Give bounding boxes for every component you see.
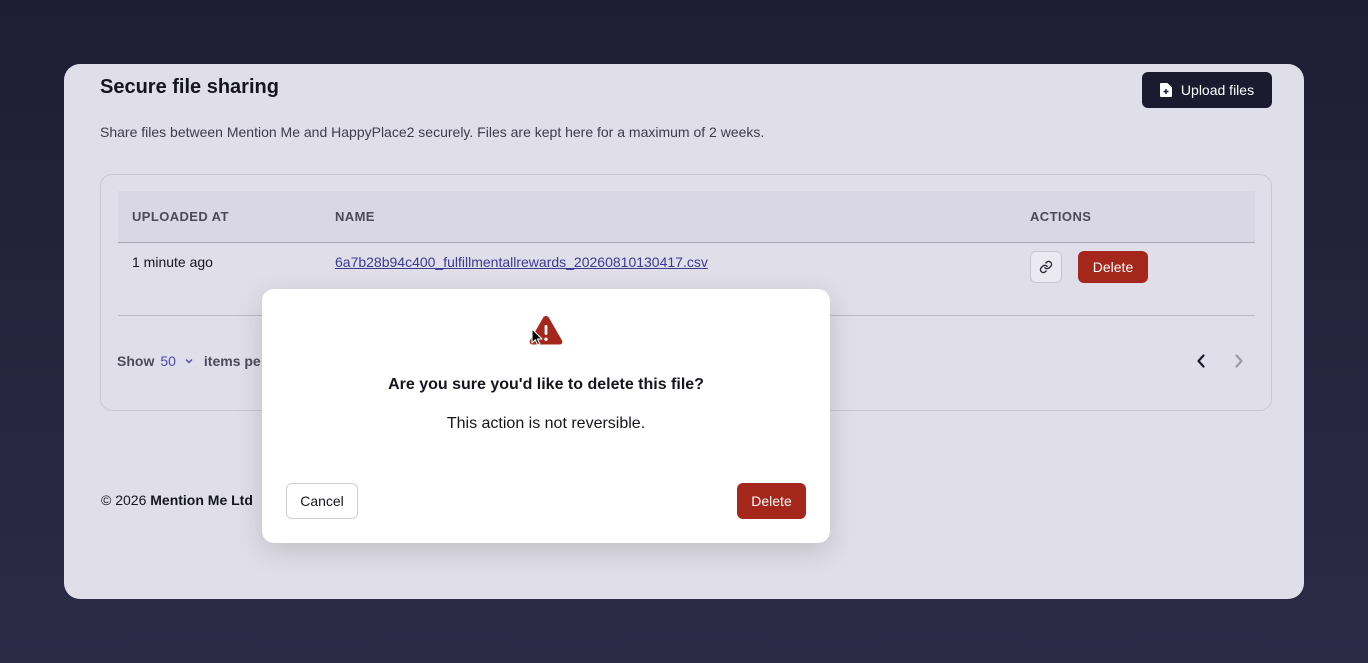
show-label: Show — [117, 353, 155, 369]
column-actions: ACTIONS — [1030, 209, 1092, 224]
chevron-left-icon — [1197, 354, 1205, 368]
modal-title: Are you sure you'd like to delete this f… — [388, 376, 704, 393]
mouse-cursor-icon — [531, 328, 543, 346]
copy-link-button[interactable] — [1030, 251, 1062, 283]
cancel-button[interactable]: Cancel — [286, 483, 358, 519]
previous-page-button[interactable] — [1191, 351, 1211, 371]
confirm-delete-button[interactable]: Delete — [737, 483, 806, 519]
link-icon — [1039, 260, 1053, 274]
company-name: Mention Me Ltd — [150, 492, 253, 508]
uploaded-at-cell: 1 minute ago — [132, 254, 213, 270]
file-name-link[interactable]: 6a7b28b94c400_fulfillmentallrewards_2026… — [335, 254, 708, 270]
modal-body: This action is not reversible. — [446, 415, 646, 432]
column-uploaded-at: UPLOADED AT — [132, 209, 229, 224]
row-delete-button[interactable]: Delete — [1078, 251, 1148, 283]
page-subtitle: Share files between Mention Me and Happy… — [100, 124, 765, 140]
file-plus-icon — [1159, 83, 1172, 97]
page-size-select[interactable]: 50 — [160, 353, 176, 369]
delete-confirm-modal: Are you sure you'd like to delete this f… — [262, 289, 830, 543]
pagination-size: Show 50 items pe — [117, 353, 261, 369]
next-page-button[interactable] — [1229, 351, 1249, 371]
table-header: UPLOADED AT NAME ACTIONS — [118, 191, 1255, 243]
chevron-right-icon — [1235, 354, 1243, 368]
upload-files-button[interactable]: Upload files — [1142, 72, 1272, 108]
column-name: NAME — [335, 209, 375, 224]
chevron-down-icon[interactable] — [184, 356, 194, 366]
copyright-text: © 2026 — [101, 492, 147, 508]
footer: © 2026 Mention Me Ltd — [101, 492, 253, 508]
page-title: Secure file sharing — [100, 76, 279, 98]
upload-files-label: Upload files — [1180, 82, 1255, 98]
items-per-page-label: items pe — [203, 353, 261, 369]
